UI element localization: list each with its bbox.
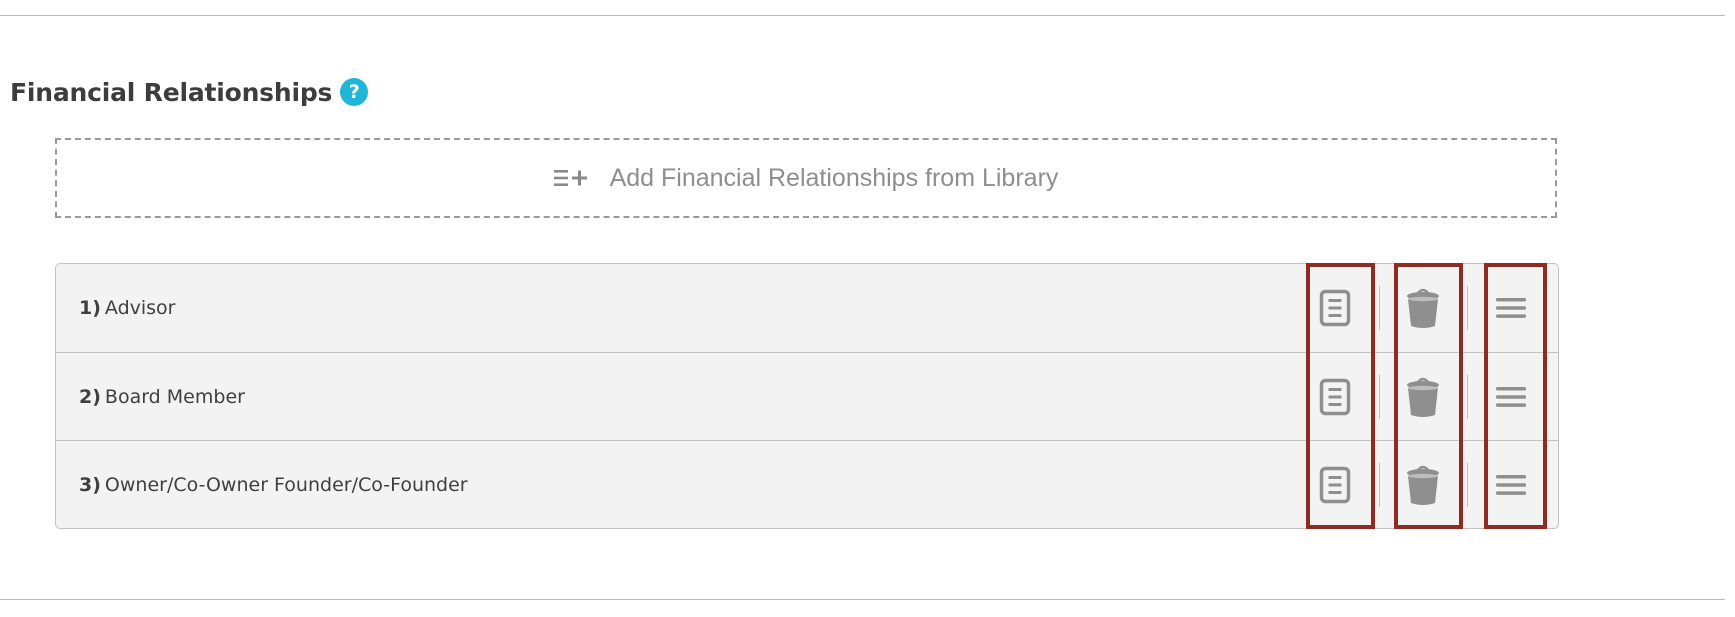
trash-icon (1407, 288, 1439, 328)
edit-button[interactable] (1303, 264, 1367, 352)
delete-button[interactable] (1391, 441, 1455, 528)
reorder-handle[interactable] (1481, 441, 1541, 528)
row-actions (1303, 353, 1558, 440)
delete-button[interactable] (1391, 353, 1455, 440)
bottom-divider (0, 599, 1725, 600)
list-item: 3) Owner/Co-Owner Founder/Co-Founder (56, 440, 1558, 528)
top-divider (0, 15, 1725, 16)
add-from-library-label: Add Financial Relationships from Library (609, 163, 1059, 192)
action-separator (1379, 286, 1380, 330)
document-icon (1319, 289, 1351, 327)
relationship-number: 3) (79, 473, 101, 496)
drag-handle-icon (1496, 298, 1526, 318)
list-item: 2) Board Member (56, 352, 1558, 440)
drag-handle-icon (1496, 474, 1526, 495)
list-add-icon (553, 167, 590, 189)
document-icon (1319, 466, 1351, 503)
drag-handle-icon (1496, 386, 1526, 407)
relationship-name: Owner/Co-Owner Founder/Co-Founder (104, 473, 468, 496)
action-separator (1467, 375, 1468, 419)
relationship-list: 1) Advisor 2) Board Member 3) Owner/Co-O… (55, 263, 1559, 529)
action-separator (1379, 375, 1380, 419)
list-item: 1) Advisor (56, 264, 1558, 352)
document-icon (1319, 378, 1351, 415)
relationship-label: 1) Advisor (79, 297, 176, 319)
help-icon[interactable]: ? (340, 78, 369, 106)
relationship-number: 1) (79, 297, 101, 319)
section-header: Financial Relationships ? (10, 74, 369, 110)
page-title: Financial Relationships (10, 77, 333, 107)
relationship-number: 2) (79, 385, 101, 408)
relationship-label: 2) Board Member (79, 386, 245, 408)
relationship-name: Advisor (104, 297, 176, 319)
edit-button[interactable] (1303, 353, 1367, 440)
add-from-library-button[interactable]: Add Financial Relationships from Library (55, 138, 1557, 218)
reorder-handle[interactable] (1481, 264, 1541, 352)
action-separator (1467, 286, 1468, 330)
row-actions (1303, 441, 1558, 528)
row-actions (1303, 264, 1558, 352)
trash-icon (1407, 465, 1439, 505)
edit-button[interactable] (1303, 441, 1367, 528)
action-separator (1379, 463, 1380, 507)
action-separator (1467, 463, 1468, 507)
trash-icon (1407, 377, 1439, 417)
relationship-name: Board Member (104, 385, 245, 408)
reorder-handle[interactable] (1481, 353, 1541, 440)
relationship-label: 3) Owner/Co-Owner Founder/Co-Founder (79, 474, 468, 496)
delete-button[interactable] (1391, 264, 1455, 352)
